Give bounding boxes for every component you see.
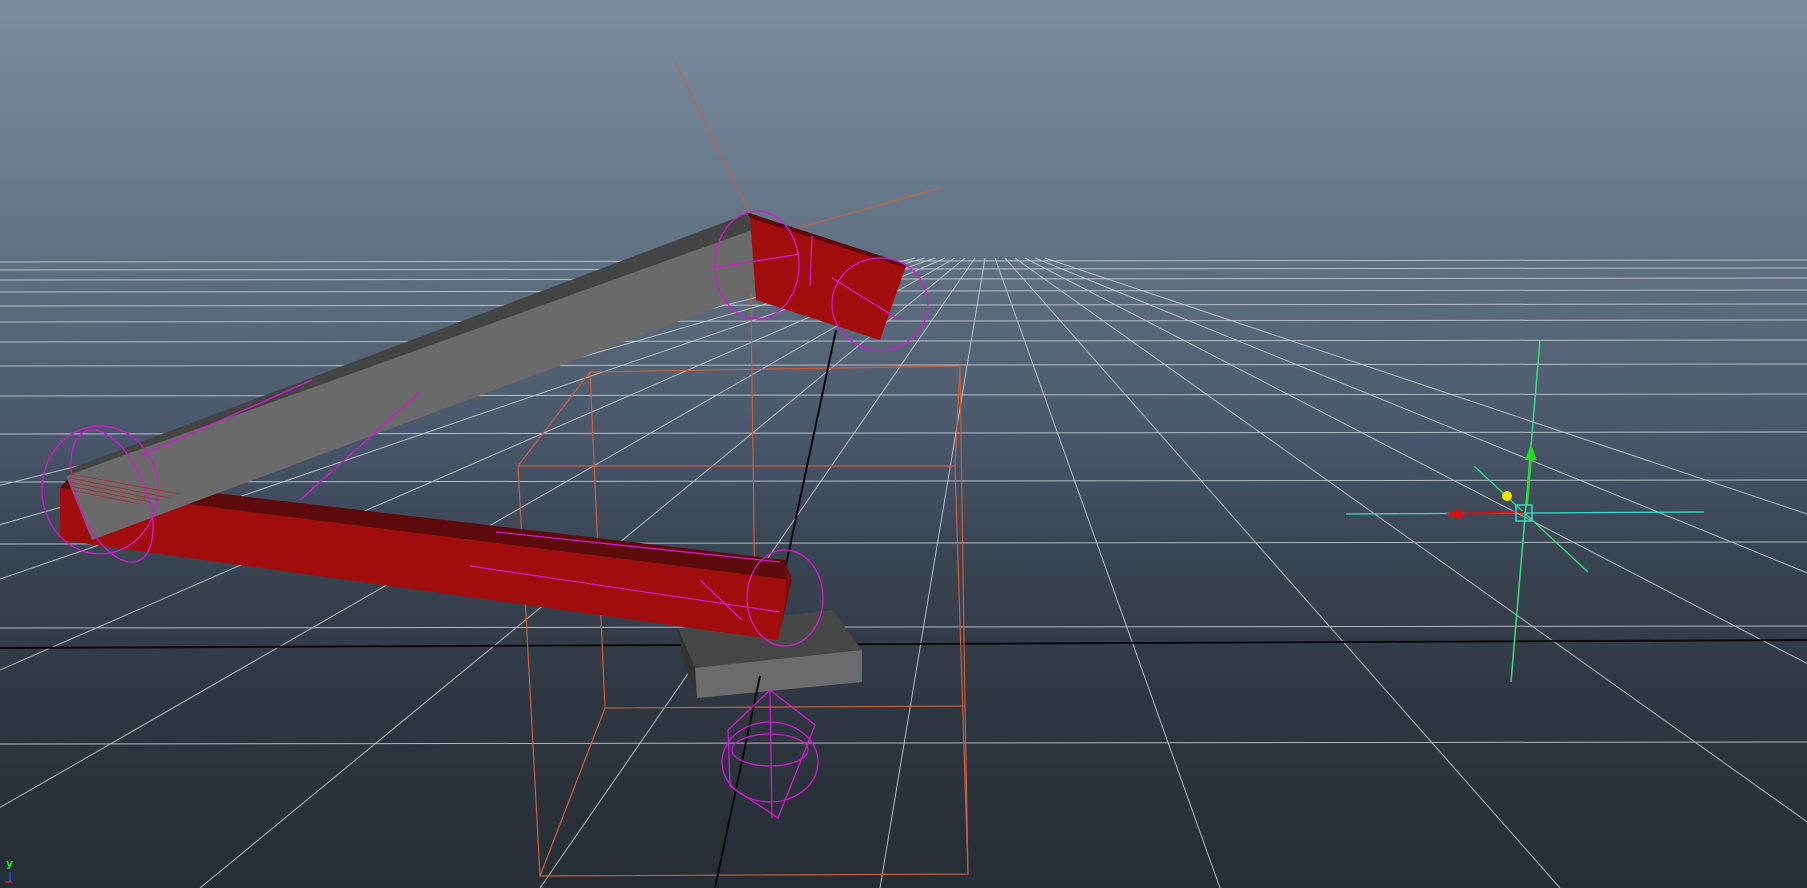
ground-axis-line (0, 639, 1807, 649)
3d-viewport[interactable]: y (0, 0, 1807, 888)
ground-grid (0, 257, 1807, 888)
transform-manipulator-icon[interactable] (1345, 339, 1705, 683)
view-axis-icon: y (4, 858, 24, 884)
joint-axis-lines (674, 61, 941, 239)
upper-arm[interactable] (66, 214, 784, 540)
scene-canvas[interactable] (0, 0, 1807, 888)
axis-gizmo (5, 872, 12, 883)
